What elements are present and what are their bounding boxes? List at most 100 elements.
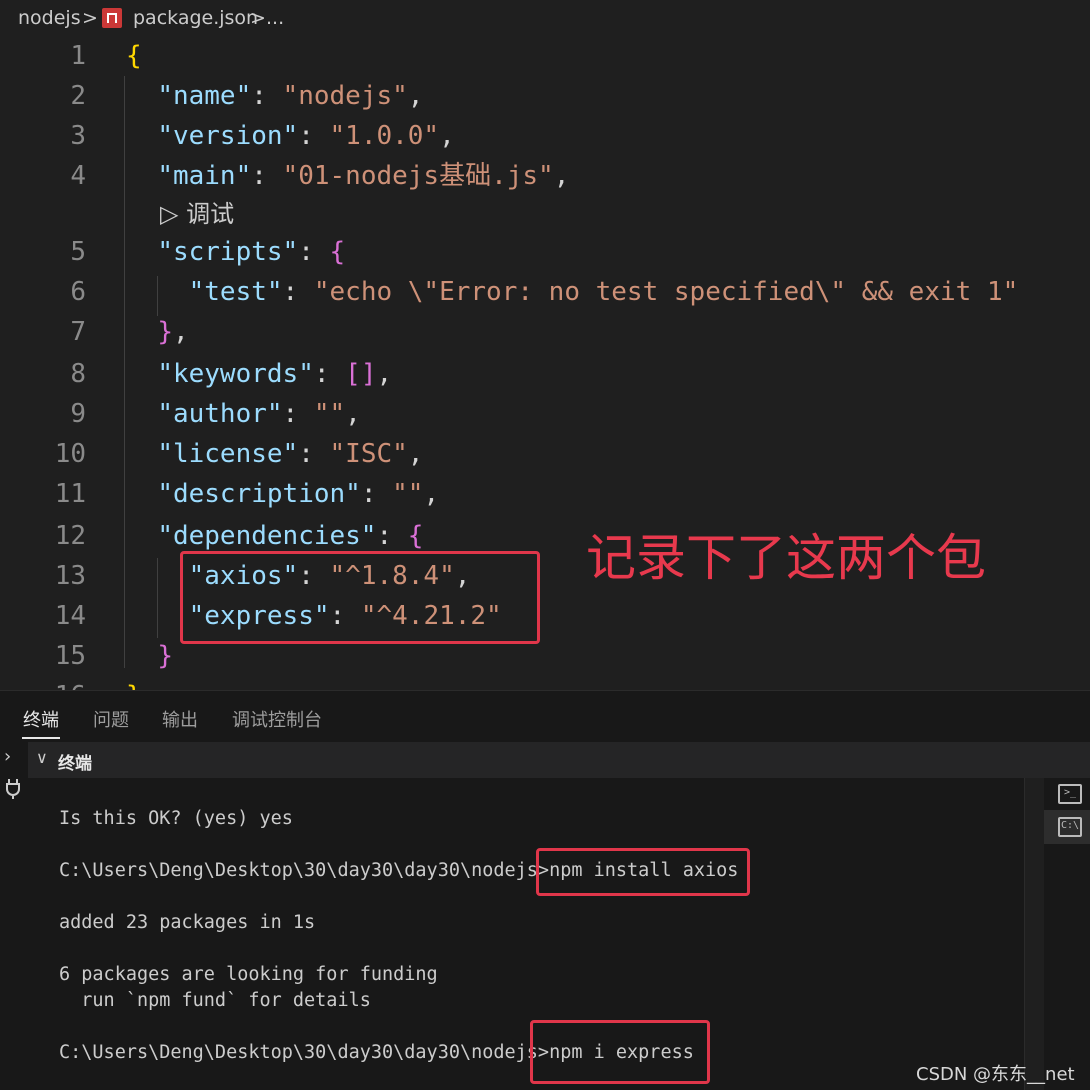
breadcrumb-ellipsis[interactable]: ... <box>266 0 284 36</box>
code-token: : <box>298 439 330 469</box>
code-text: "version": "1.0.0", <box>126 116 454 156</box>
code-token: [] <box>345 359 377 389</box>
chevron-right-icon[interactable]: › <box>4 746 11 767</box>
code-token: "version" <box>157 121 299 151</box>
tab-debug-console[interactable]: 调试控制台 <box>232 706 322 732</box>
line-number: 10 <box>54 439 86 469</box>
code-text: "keywords": [], <box>126 354 392 394</box>
code-text: "scripts": { <box>126 232 345 272</box>
code-token: } <box>157 641 173 671</box>
code-line[interactable]: 6 "test": "echo \"Error: no test specifi… <box>0 272 1090 312</box>
terminal-line: added 23 packages in 1s <box>59 912 316 933</box>
code-token: : <box>313 359 346 389</box>
code-token: : <box>282 399 314 429</box>
code-token: { <box>407 521 424 551</box>
code-token: "nodejs" <box>282 81 408 111</box>
code-text: "license": "ISC", <box>126 434 423 474</box>
watermark: CSDN @东东__net <box>916 1064 1075 1085</box>
code-token: { <box>329 237 346 267</box>
code-token: , <box>423 479 440 509</box>
code-token: , <box>376 359 393 389</box>
code-line[interactable]: 2 "name": "nodejs", <box>0 76 1090 116</box>
breadcrumb: nodejs > package.json > ... <box>0 0 1090 36</box>
code-text: "author": "", <box>126 394 361 434</box>
line-number: 4 <box>70 161 86 191</box>
line-number: 5 <box>70 237 86 267</box>
tab-terminal[interactable]: 终端 <box>23 706 59 732</box>
terminal-section-header[interactable]: ∨ 终端 <box>28 742 1090 778</box>
tab-problems[interactable]: 问题 <box>93 706 129 732</box>
code-line[interactable]: 7 }, <box>0 312 1090 352</box>
code-line[interactable]: 15 } <box>0 636 1090 676</box>
panel-sidebar: › <box>0 742 28 1090</box>
code-token: : <box>298 121 330 151</box>
code-text: "description": "", <box>126 474 439 514</box>
code-token: : <box>298 237 330 267</box>
code-token: "main" <box>157 161 252 191</box>
code-token: , <box>553 161 570 191</box>
code-token: : <box>360 479 393 509</box>
line-number: 6 <box>70 277 86 307</box>
terminal-instance-icon[interactable]: >_ <box>1058 784 1082 804</box>
code-token: "test" <box>188 277 283 307</box>
code-token: "dependencies" <box>157 521 377 551</box>
tab-output[interactable]: 输出 <box>162 706 198 732</box>
code-token: , <box>407 439 424 469</box>
line-number: 1 <box>70 41 86 71</box>
code-text: "test": "echo \"Error: no test specified… <box>126 272 1019 312</box>
code-token: "name" <box>157 81 252 111</box>
code-editor[interactable]: 1{2 "name": "nodejs", 3 "version": "1.0.0… <box>0 36 1090 690</box>
code-line[interactable]: 1{ <box>0 36 1090 76</box>
dependencies-highlight-box <box>180 551 540 644</box>
code-text: "dependencies": { <box>126 516 423 556</box>
breadcrumb-folder[interactable]: nodejs <box>18 0 81 36</box>
breadcrumb-file[interactable]: package.json <box>133 0 258 36</box>
line-number: 15 <box>54 641 86 671</box>
terminal-line: Is this OK? (yes) yes <box>59 808 293 829</box>
terminal-list-rail: >_ C:\ <box>1044 778 1090 1090</box>
line-number: 12 <box>54 521 86 551</box>
line-number: 16 <box>0 676 86 690</box>
line-number: 13 <box>54 561 86 591</box>
code-line[interactable]: 11 "description": "", <box>0 474 1090 514</box>
line-number: 7 <box>70 317 86 347</box>
code-line[interactable]: 14 "express": "^4.21.2" <box>0 596 1090 636</box>
terminal-output[interactable]: Is this OK? (yes) yes C:\Users\Deng\Desk… <box>28 778 1024 1090</box>
code-text: }, <box>126 312 188 352</box>
code-token: "scripts" <box>157 237 299 267</box>
terminal-scrollbar[interactable] <box>1024 778 1044 1090</box>
code-text: { <box>126 36 142 76</box>
code-line[interactable]: 4 "main": "01-nodejs基础.js", <box>0 156 1090 196</box>
code-token: , <box>345 399 361 429</box>
code-token: "" <box>392 479 424 509</box>
debug-codelens[interactable]: ▷ 调试 <box>160 194 234 229</box>
code-token: "license" <box>157 439 299 469</box>
code-line[interactable]: 3 "version": "1.0.0", <box>0 116 1090 156</box>
code-line[interactable]: 10 "license": "ISC", <box>0 434 1090 474</box>
plug-icon[interactable] <box>4 778 22 800</box>
terminal-section-title: 终端 <box>58 754 92 774</box>
code-token: "author" <box>157 399 283 429</box>
code-text: "name": "nodejs", <box>126 76 423 116</box>
code-line[interactable]: 5 "scripts": { <box>0 232 1090 272</box>
code-line[interactable]: 9 "author": "", <box>0 394 1090 434</box>
chevron-down-icon[interactable]: ∨ <box>36 748 48 767</box>
code-token: } <box>126 681 142 690</box>
code-token: "keywords" <box>157 359 314 389</box>
annotation-text: 记录下了这两个包 <box>586 529 986 587</box>
code-token: "echo \"Error: no test specified\" && ex… <box>313 277 1019 307</box>
panel-tab-bar: 终端 问题 输出 调试控制台 <box>0 690 1090 742</box>
code-token: "description" <box>157 479 361 509</box>
terminal-line: run `npm fund` for details <box>59 990 371 1011</box>
chevron-right-icon: > <box>82 7 98 29</box>
cmd-terminal-icon[interactable]: C:\ <box>1058 817 1082 837</box>
code-token: : <box>376 521 408 551</box>
code-line[interactable]: 16} <box>0 676 1090 690</box>
code-line[interactable]: 8 "keywords": [], <box>0 354 1090 394</box>
